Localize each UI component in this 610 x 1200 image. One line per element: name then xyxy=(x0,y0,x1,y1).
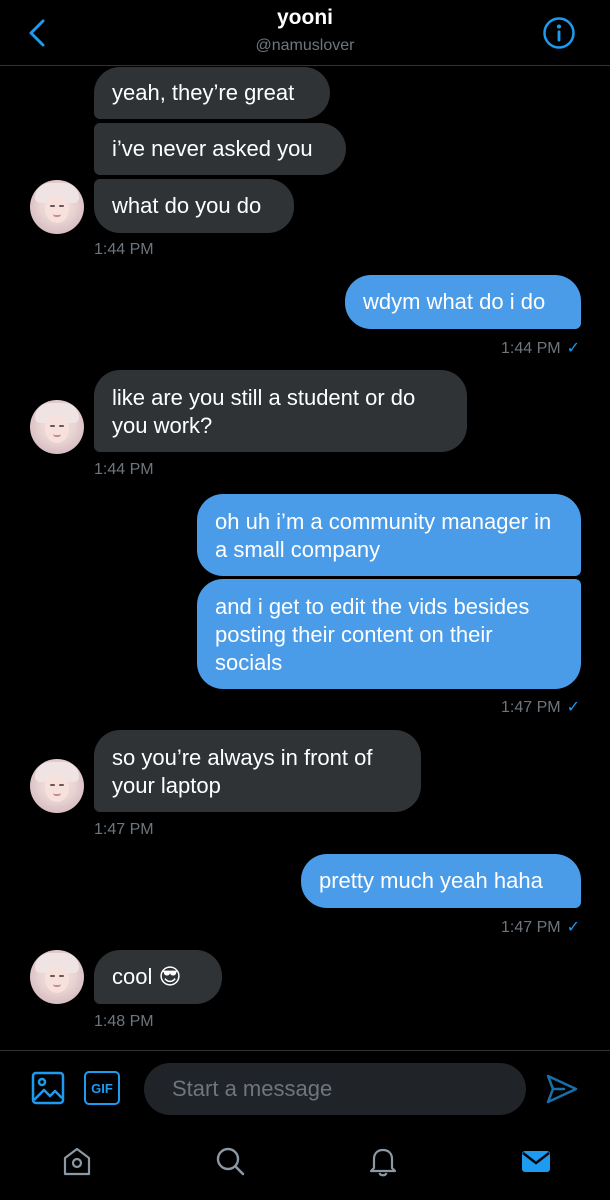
checkmark-icon: ✓ xyxy=(566,919,580,936)
message-timestamp: 1:44 PM xyxy=(94,241,154,258)
info-icon xyxy=(543,17,575,49)
message-timestamp: 1:44 PM xyxy=(94,461,154,478)
message-timestamp-row: 1:47 PM ✓ xyxy=(501,917,580,937)
image-icon xyxy=(31,1071,65,1105)
contact-handle[interactable]: @namuslover xyxy=(0,37,610,55)
message-timestamp: 1:44 PM xyxy=(501,340,561,357)
avatar[interactable] xyxy=(30,180,84,234)
add-media-button[interactable] xyxy=(30,1070,66,1106)
message-timestamp: 1:47 PM xyxy=(501,919,561,936)
mail-icon xyxy=(522,1151,550,1172)
gif-button[interactable]: GIF xyxy=(84,1071,120,1105)
message-timestamp: 1:48 PM xyxy=(94,1013,154,1030)
tab-messages[interactable] xyxy=(518,1143,554,1179)
message-timestamp: 1:47 PM xyxy=(501,699,561,716)
message-bubble-incoming[interactable]: cool 😎 xyxy=(94,950,222,1004)
send-button[interactable] xyxy=(544,1071,580,1107)
tab-notifications[interactable] xyxy=(365,1143,401,1179)
checkmark-icon: ✓ xyxy=(566,699,580,716)
search-icon xyxy=(216,1147,245,1176)
avatar[interactable] xyxy=(30,759,84,813)
message-bubble-incoming[interactable]: yeah, they’re great xyxy=(94,67,330,119)
message-timestamp-row: 1:44 PM ✓ xyxy=(501,338,580,358)
info-button[interactable] xyxy=(542,16,576,50)
contact-name[interactable]: yooni xyxy=(0,6,610,30)
conversation-header: yooni @namuslover xyxy=(0,0,610,66)
checkmark-icon: ✓ xyxy=(566,340,580,357)
message-bubble-incoming[interactable]: like are you still a student or do you w… xyxy=(94,370,467,452)
home-icon xyxy=(63,1147,91,1176)
tab-home[interactable] xyxy=(59,1143,95,1179)
message-timestamp-row: 1:47 PM ✓ xyxy=(501,697,580,717)
message-bubble-outgoing[interactable]: oh uh i’m a community manager in a small… xyxy=(197,494,581,576)
send-icon xyxy=(546,1074,578,1104)
message-bubble-outgoing[interactable]: wdym what do i do xyxy=(345,275,581,329)
message-bubble-incoming[interactable]: i’ve never asked you xyxy=(94,123,346,175)
message-input[interactable] xyxy=(144,1063,526,1115)
bell-icon xyxy=(369,1148,397,1177)
avatar[interactable] xyxy=(30,950,84,1004)
tab-search[interactable] xyxy=(212,1143,248,1179)
avatar[interactable] xyxy=(30,400,84,454)
message-timestamp: 1:47 PM xyxy=(94,821,154,838)
message-bubble-incoming[interactable]: what do you do xyxy=(94,179,294,233)
message-bubble-outgoing[interactable]: pretty much yeah haha xyxy=(301,854,581,908)
message-bubble-incoming[interactable]: so you’re always in front of your laptop xyxy=(94,730,421,812)
message-bubble-outgoing[interactable]: and i get to edit the vids besides posti… xyxy=(197,579,581,689)
